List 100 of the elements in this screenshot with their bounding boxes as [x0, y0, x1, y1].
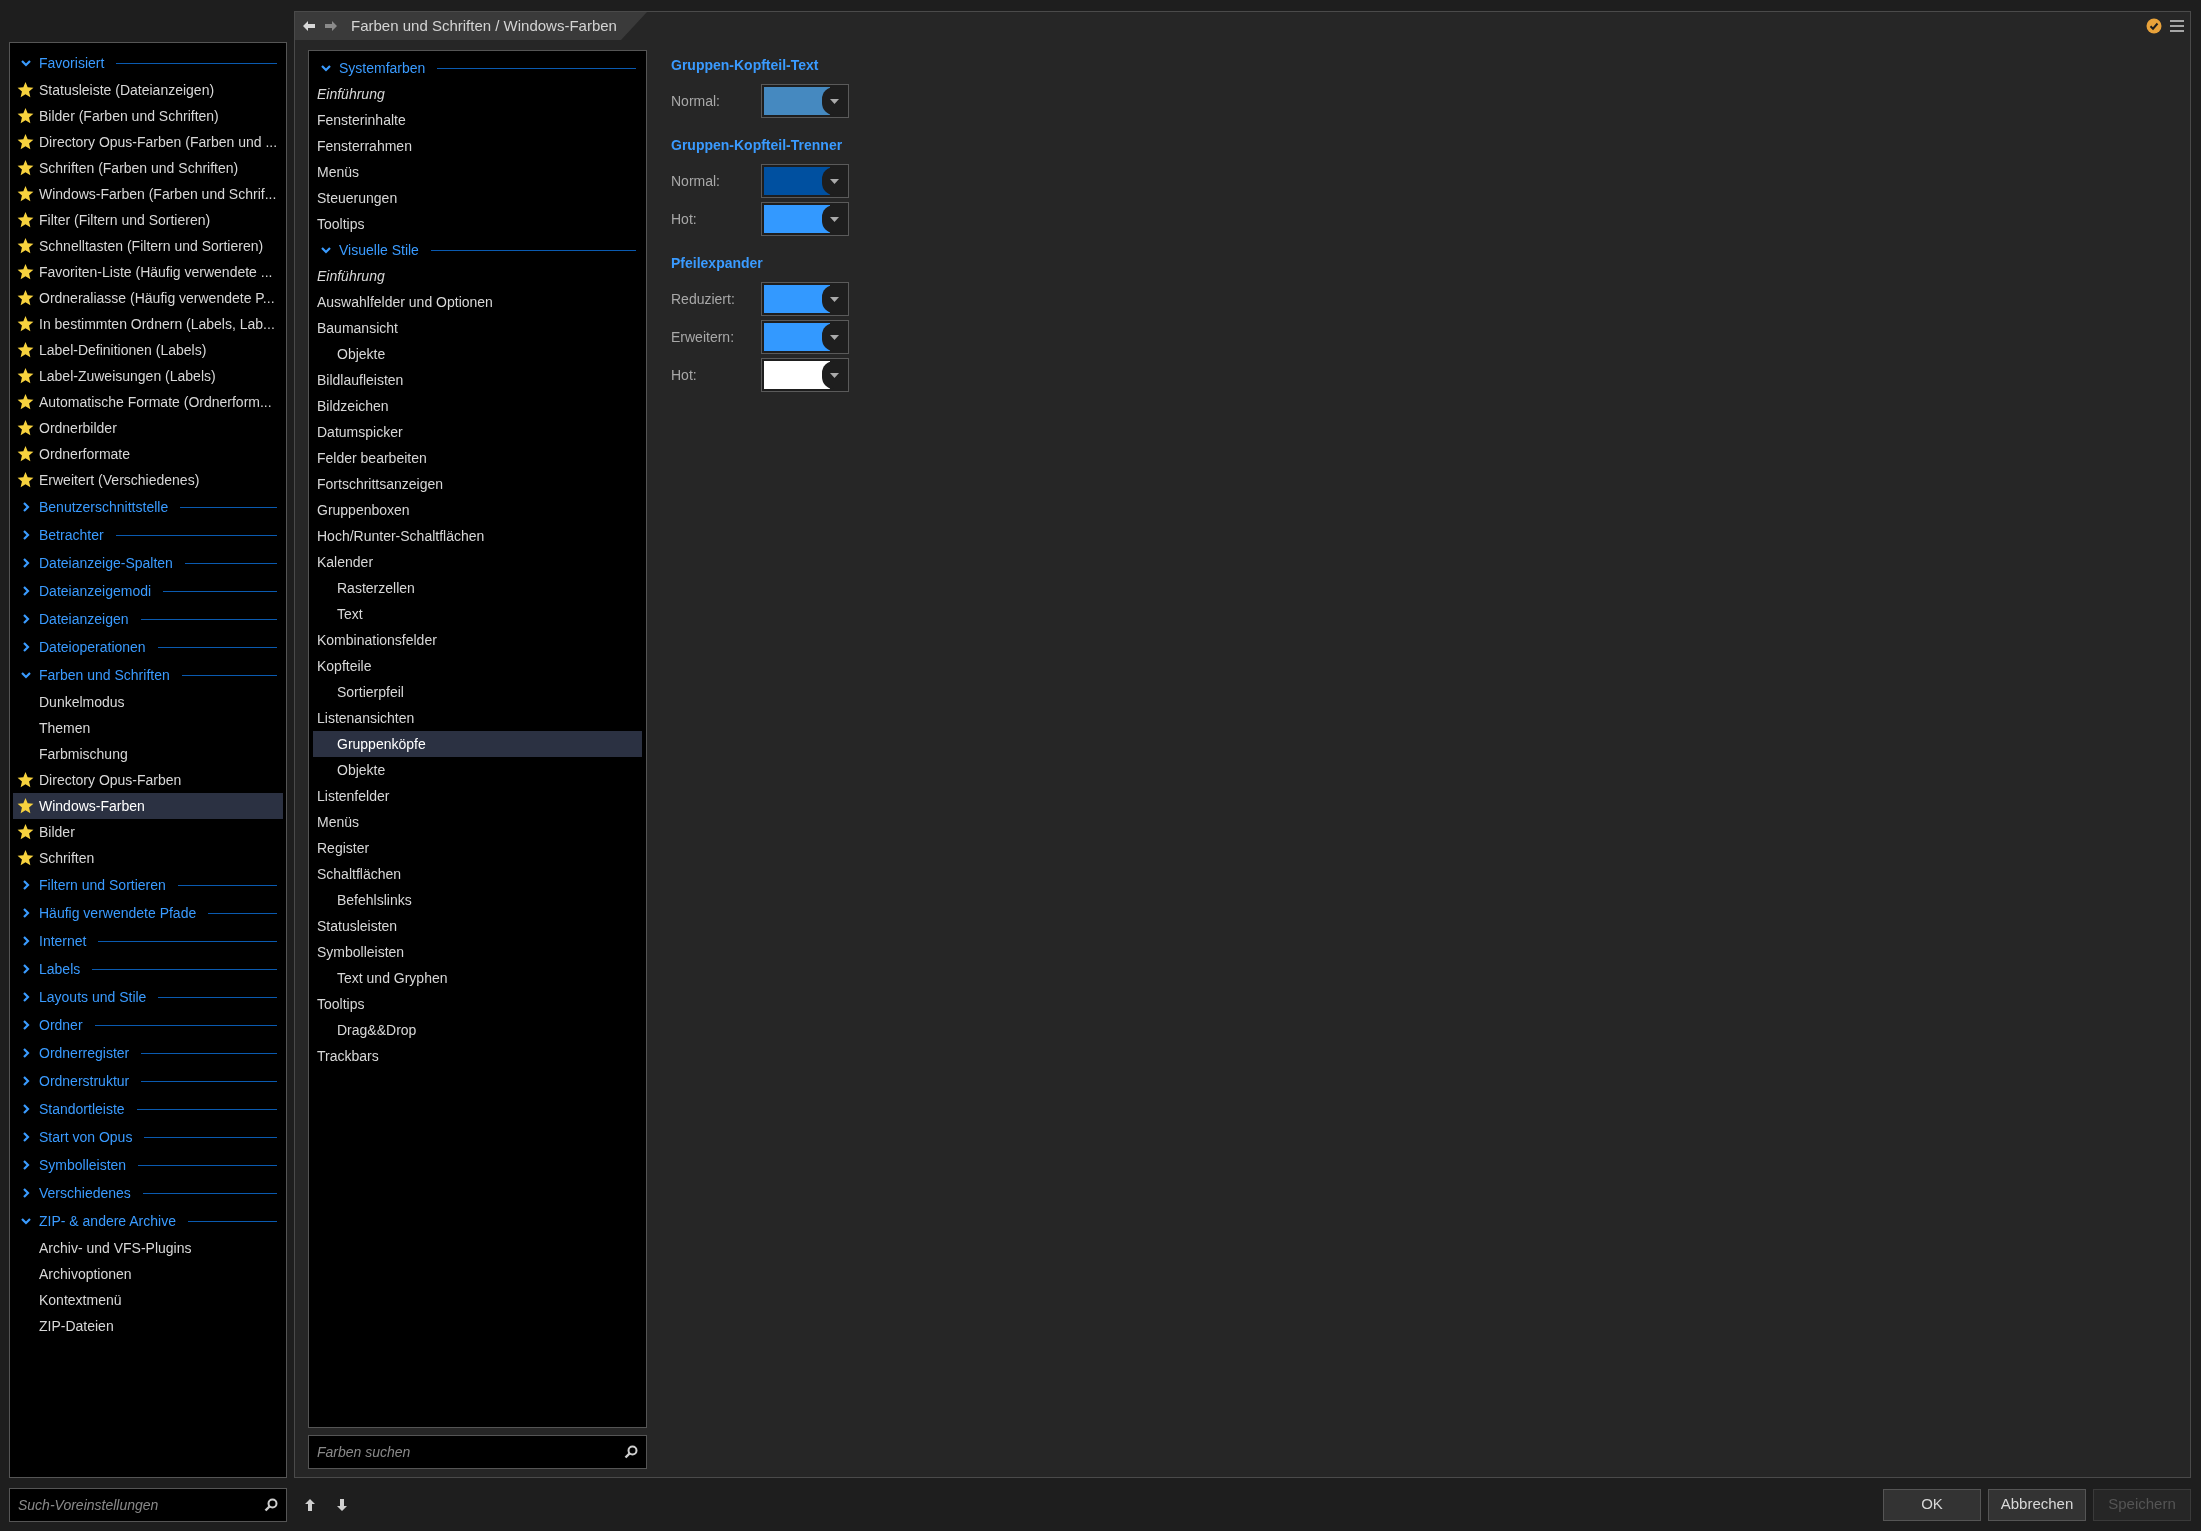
settings-item[interactable]: Label-Definitionen (Labels)	[13, 337, 283, 363]
group-header[interactable]: Dateianzeigemodi	[39, 580, 152, 602]
group-header[interactable]: Dateioperationen	[39, 636, 146, 658]
chevron-right-icon[interactable]	[21, 936, 31, 946]
tree-item[interactable]: Text und Gryphen	[313, 965, 642, 991]
group-header[interactable]: Filtern und Sortieren	[39, 874, 166, 896]
group-header[interactable]: Ordnerregister	[39, 1042, 130, 1064]
color-picker[interactable]	[761, 202, 849, 236]
tree-item[interactable]: Auswahlfelder und Optionen	[313, 289, 642, 315]
chevron-right-icon[interactable]	[21, 1076, 31, 1086]
tree-item[interactable]: Tooltips	[313, 211, 642, 237]
tree-item[interactable]: Baumansicht	[313, 315, 642, 341]
settings-item[interactable]: Themen	[13, 715, 283, 741]
color-picker[interactable]	[761, 282, 849, 316]
tree-item[interactable]: Schaltflächen	[313, 861, 642, 887]
tree-item[interactable]: Fensterrahmen	[313, 133, 642, 159]
tree-item[interactable]: Listenfelder	[313, 783, 642, 809]
tree-item[interactable]: Einführung	[313, 81, 642, 107]
chevron-down-icon[interactable]	[21, 670, 31, 680]
tree-item[interactable]: Datumspicker	[313, 419, 642, 445]
chevron-right-icon[interactable]	[21, 1104, 31, 1114]
settings-item[interactable]: Schnelltasten (Filtern und Sortieren)	[13, 233, 283, 259]
settings-item[interactable]: Favoriten-Liste (Häufig verwendete ...	[13, 259, 283, 285]
tree-item[interactable]: Bildzeichen	[313, 393, 642, 419]
settings-item[interactable]: Directory Opus-Farben	[13, 767, 283, 793]
settings-item[interactable]: Filter (Filtern und Sortieren)	[13, 207, 283, 233]
dialog-button[interactable]: Abbrechen	[1988, 1488, 2086, 1521]
tree-item[interactable]: Befehlslinks	[313, 887, 642, 913]
settings-item[interactable]: Statusleiste (Dateianzeigen)	[13, 77, 283, 103]
color-picker[interactable]	[761, 84, 849, 118]
tree-item[interactable]: Fensterinhalte	[313, 107, 642, 133]
chevron-down-icon[interactable]	[21, 58, 31, 68]
chevron-right-icon[interactable]	[21, 880, 31, 890]
settings-item[interactable]: Bilder (Farben und Schriften)	[13, 103, 283, 129]
tree-item[interactable]: Steuerungen	[313, 185, 642, 211]
chevron-right-icon[interactable]	[21, 908, 31, 918]
color-search-field[interactable]: Farben suchen	[308, 1435, 647, 1469]
group-header[interactable]: Benutzerschnittstelle	[39, 496, 169, 518]
group-header[interactable]: Internet	[39, 930, 87, 952]
chevron-right-icon[interactable]	[21, 642, 31, 652]
group-header[interactable]: Standortleiste	[39, 1098, 125, 1120]
group-header[interactable]: Ordnerstruktur	[39, 1070, 130, 1092]
group-header[interactable]: Labels	[39, 958, 81, 980]
chevron-down-icon[interactable]	[321, 245, 331, 255]
settings-item[interactable]: Schriften (Farben und Schriften)	[13, 155, 283, 181]
group-header[interactable]: Start von Opus	[39, 1126, 133, 1148]
group-header[interactable]: Favorisiert	[39, 52, 105, 74]
settings-item[interactable]: Windows-Farben	[13, 793, 283, 819]
group-header[interactable]: Systemfarben	[339, 57, 426, 79]
group-header[interactable]: Verschiedenes	[39, 1182, 131, 1204]
tree-item[interactable]: Drag&&Drop	[313, 1017, 642, 1043]
tree-item[interactable]: Gruppenköpfe	[313, 731, 642, 757]
settings-item[interactable]: Archivoptionen	[13, 1261, 283, 1287]
group-header[interactable]: Layouts und Stile	[39, 986, 147, 1008]
settings-item[interactable]: Windows-Farben (Farben und Schrif...	[13, 181, 283, 207]
settings-item[interactable]: Directory Opus-Farben (Farben und ...	[13, 129, 283, 155]
chevron-right-icon[interactable]	[21, 502, 31, 512]
tree-item[interactable]: Fortschrittsanzeigen	[313, 471, 642, 497]
group-header[interactable]: Symbolleisten	[39, 1154, 127, 1176]
settings-item[interactable]: ZIP-Dateien	[13, 1313, 283, 1339]
tree-item[interactable]: Hoch/Runter-Schaltflächen	[313, 523, 642, 549]
tree-item[interactable]: Tooltips	[313, 991, 642, 1017]
preset-search-field[interactable]: Such-Voreinstellungen	[9, 1487, 287, 1522]
chevron-right-icon[interactable]	[21, 992, 31, 1002]
tree-item[interactable]: Trackbars	[313, 1043, 642, 1069]
chevron-right-icon[interactable]	[21, 964, 31, 974]
chevron-right-icon[interactable]	[21, 1188, 31, 1198]
chevron-right-icon[interactable]	[21, 1048, 31, 1058]
tree-item[interactable]: Symbolleisten	[313, 939, 642, 965]
chevron-down-icon[interactable]	[21, 1216, 31, 1226]
tree-item[interactable]: Objekte	[313, 341, 642, 367]
checkmark-icon[interactable]	[2146, 18, 2162, 34]
dialog-button[interactable]: OK	[1883, 1488, 1981, 1521]
chevron-down-icon[interactable]	[321, 63, 331, 73]
settings-item[interactable]: Ordneraliasse (Häufig verwendete P...	[13, 285, 283, 311]
group-header[interactable]: Ordner	[39, 1014, 83, 1036]
chevron-right-icon[interactable]	[21, 558, 31, 568]
chevron-right-icon[interactable]	[21, 1132, 31, 1142]
group-header[interactable]: Dateianzeige-Spalten	[39, 552, 173, 574]
settings-item[interactable]: Automatische Formate (Ordnerform...	[13, 389, 283, 415]
tree-item[interactable]: Statusleisten	[313, 913, 642, 939]
settings-item[interactable]: Dunkelmodus	[13, 689, 283, 715]
group-header[interactable]: Häufig verwendete Pfade	[39, 902, 197, 924]
settings-item[interactable]: Erweitert (Verschiedenes)	[13, 467, 283, 493]
settings-item[interactable]: Label-Zuweisungen (Labels)	[13, 363, 283, 389]
chevron-right-icon[interactable]	[21, 1160, 31, 1170]
settings-item[interactable]: Archiv- und VFS-Plugins	[13, 1235, 283, 1261]
group-header[interactable]: Farben und Schriften	[39, 664, 170, 686]
tree-item[interactable]: Menüs	[313, 159, 642, 185]
settings-item[interactable]: Schriften	[13, 845, 283, 871]
tree-item[interactable]: Kalender	[313, 549, 642, 575]
color-picker[interactable]	[761, 320, 849, 354]
tree-item[interactable]: Gruppenboxen	[313, 497, 642, 523]
menu-icon[interactable]	[2170, 20, 2184, 32]
color-picker[interactable]	[761, 358, 849, 392]
tree-item[interactable]: Felder bearbeiten	[313, 445, 642, 471]
settings-item[interactable]: Ordnerbilder	[13, 415, 283, 441]
tree-item[interactable]: Register	[313, 835, 642, 861]
tree-item[interactable]: Menüs	[313, 809, 642, 835]
up-arrow-icon[interactable]	[305, 1498, 315, 1511]
